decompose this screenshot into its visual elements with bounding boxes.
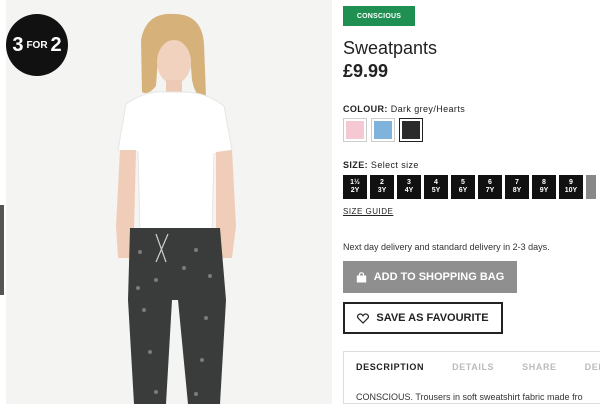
size-age: 8 <box>542 179 546 186</box>
product-image[interactable]: 3 FOR 2 <box>6 0 332 404</box>
swatch-fill <box>346 121 364 139</box>
size-year: 8Y <box>512 187 522 194</box>
tab-description[interactable]: DESCRIPTION <box>356 362 424 372</box>
size-option[interactable]: 8 9Y <box>532 175 556 199</box>
size-year: 5Y <box>431 187 441 194</box>
size-age: 4 <box>434 179 438 186</box>
heart-icon <box>357 312 370 324</box>
tab-row: DESCRIPTION DETAILS SHARE DELI <box>344 352 600 382</box>
size-label: SIZE: Select size <box>343 160 419 170</box>
colour-swatches <box>343 118 423 142</box>
colour-label-value: Dark grey/Hearts <box>390 104 466 114</box>
size-age: 2 <box>380 179 384 186</box>
size-option[interactable]: 6 7Y <box>478 175 502 199</box>
size-label-key: SIZE: <box>343 160 369 170</box>
delivery-info: Next day delivery and standard delivery … <box>343 242 550 252</box>
save-favourite-label: SAVE AS FAVOURITE <box>376 312 489 324</box>
swatch-light-pink[interactable] <box>343 118 367 142</box>
size-age: 5 <box>461 179 465 186</box>
size-year: 6Y <box>458 187 468 194</box>
size-option[interactable]: 4 5Y <box>424 175 448 199</box>
size-year: 7Y <box>485 187 495 194</box>
size-age: 9 <box>569 179 573 186</box>
size-year: 9Y <box>539 187 549 194</box>
promo-for-text: FOR <box>26 39 48 51</box>
size-option[interactable]: 5 6Y <box>451 175 475 199</box>
tab-delivery[interactable]: DELI <box>585 362 600 372</box>
size-option[interactable]: 9 10Y <box>559 175 583 199</box>
size-year: 2Y <box>350 187 360 194</box>
description-text: CONSCIOUS. Trousers in soft sweatshirt f… <box>356 392 583 402</box>
size-age: 7 <box>515 179 519 186</box>
promo-number-b: 2 <box>50 33 62 56</box>
colour-label: COLOUR: Dark grey/Hearts <box>343 104 465 114</box>
size-age: 3 <box>407 179 411 186</box>
swatch-dark-grey[interactable] <box>399 118 423 142</box>
product-price: £9.99 <box>343 61 389 81</box>
product-page: 3 FOR 2 CONSCIOUS Sweatpants £9.99 COLOU… <box>0 0 600 404</box>
tab-share[interactable]: SHARE <box>522 362 557 372</box>
tab-details[interactable]: DETAILS <box>452 362 494 372</box>
promo-number-a: 3 <box>12 33 24 56</box>
size-option[interactable]: 3 4Y <box>397 175 421 199</box>
size-age: 1½ <box>350 179 360 186</box>
size-year: 4Y <box>404 187 414 194</box>
swatch-light-blue[interactable] <box>371 118 395 142</box>
product-details-panel: CONSCIOUS Sweatpants £9.99 COLOUR: Dark … <box>343 0 600 404</box>
swatch-fill <box>402 121 420 139</box>
product-info-tabs: DESCRIPTION DETAILS SHARE DELI CONSCIOUS… <box>343 351 600 404</box>
add-to-bag-button[interactable]: ADD TO SHOPPING BAG <box>343 261 517 293</box>
size-option[interactable]: 7 8Y <box>505 175 529 199</box>
size-options: 1½ 2Y 2 3Y 3 4Y 4 5Y 5 6Y 6 7Y 7 8Y 8 9Y 9 10Y <box>343 175 596 199</box>
size-option[interactable]: 2 3Y <box>370 175 394 199</box>
size-option-overflow[interactable] <box>586 175 596 199</box>
add-to-bag-label: ADD TO SHOPPING BAG <box>373 271 505 283</box>
carousel-edge-strip <box>0 205 4 295</box>
size-age: 6 <box>488 179 492 186</box>
three-for-two-badge: 3 FOR 2 <box>6 14 68 76</box>
size-year: 3Y <box>377 187 387 194</box>
save-favourite-button[interactable]: SAVE AS FAVOURITE <box>343 302 503 334</box>
product-title: Sweatpants <box>343 38 438 58</box>
size-option[interactable]: 1½ 2Y <box>343 175 367 199</box>
colour-label-key: COLOUR: <box>343 104 388 114</box>
size-guide-link[interactable]: SIZE GUIDE <box>343 207 393 216</box>
conscious-tag: CONSCIOUS <box>343 6 415 26</box>
size-label-value: Select size <box>370 160 419 170</box>
shopping-bag-icon <box>356 271 366 282</box>
size-year: 10Y <box>564 187 578 194</box>
swatch-fill <box>374 121 392 139</box>
